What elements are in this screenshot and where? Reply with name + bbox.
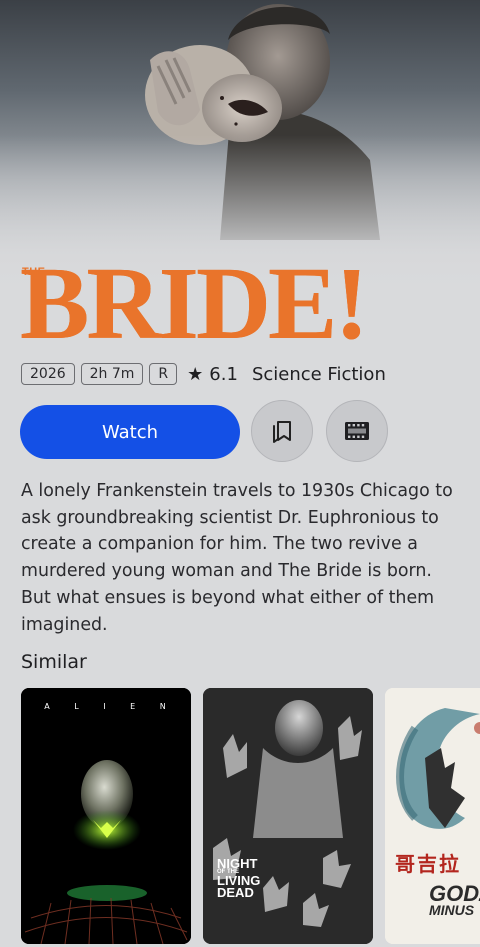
godzilla-title-line1: GODZ	[429, 881, 480, 906]
movie-detail-screen: BRIDE! THE 2026 2h 7m R ★ 6.1 Science Fi…	[0, 0, 480, 947]
similar-poster-godzilla-minus-one[interactable]: 哥吉拉 GODZ MINUS	[385, 688, 480, 944]
trailer-button[interactable]	[326, 400, 388, 462]
godzilla-poster-kanji: 哥吉拉	[395, 852, 461, 876]
genre-label: Science Fiction	[251, 363, 386, 385]
title-logo-word: BRIDE!	[20, 246, 369, 361]
similar-poster-alien[interactable]: A L I E N	[21, 688, 191, 944]
similar-poster-night-of-the-living-dead[interactable]: NIGHT OF THE LIVING DEAD	[203, 688, 373, 944]
similar-section-title: Similar	[21, 651, 87, 673]
runtime-badge: 2h 7m	[80, 363, 144, 385]
certificate-badge: R	[149, 363, 178, 385]
night-poster-art	[203, 688, 373, 944]
bookmark-stack-icon	[273, 421, 291, 443]
rating: ★ 6.1	[187, 364, 238, 385]
year-badge: 2026	[21, 363, 75, 385]
alien-poster-art	[21, 688, 191, 944]
star-icon: ★	[187, 363, 204, 385]
film-strip-icon	[345, 422, 369, 440]
alien-poster-title: A L I E N	[44, 702, 168, 711]
night-title-line4: DEAD	[217, 885, 254, 901]
godzilla-poster-title: GODZ MINUS	[429, 881, 480, 918]
rating-value: 6.1	[209, 363, 238, 385]
watch-button[interactable]: Watch	[20, 405, 240, 459]
night-poster-title: NIGHT OF THE LIVING DEAD	[217, 857, 260, 901]
movie-description: A lonely Frankenstein travels to 1930s C…	[21, 481, 453, 635]
title-logo-prefix: THE	[22, 266, 46, 278]
title-logo: BRIDE! THE	[20, 252, 369, 358]
save-button[interactable]	[251, 400, 313, 462]
movie-meta-row: 2026 2h 7m R ★ 6.1 Science Fiction	[21, 362, 386, 386]
godzilla-title-line2: MINUS	[429, 901, 475, 918]
